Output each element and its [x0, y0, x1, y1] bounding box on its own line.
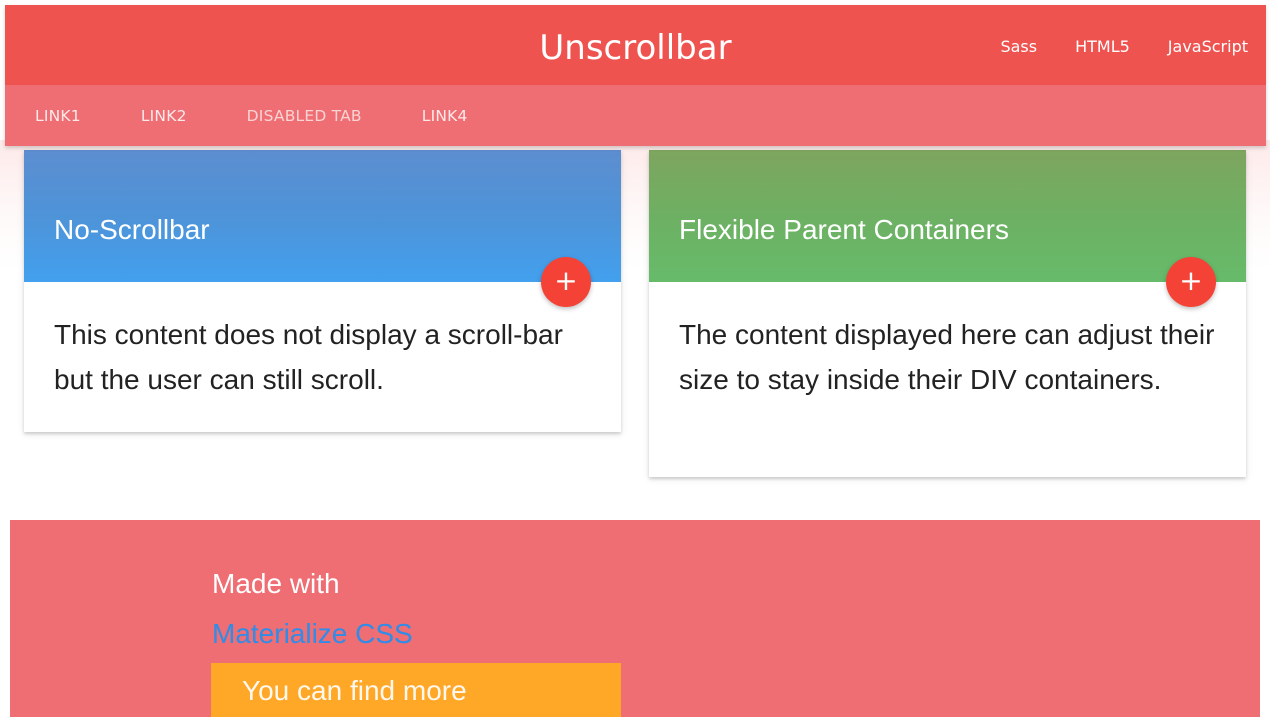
card-title: Flexible Parent Containers — [679, 214, 1009, 245]
card-content: The content displayed here can adjust th… — [679, 319, 1215, 395]
add-button[interactable]: + — [541, 257, 591, 307]
tabs-bar: LINK1 LINK2 DISABLED TAB LINK4 — [5, 85, 1266, 146]
tab-link1[interactable]: LINK1 — [35, 107, 81, 125]
tab-link4[interactable]: LINK4 — [422, 107, 468, 125]
navbar: Unscrollbar Sass HTML5 JavaScript LINK1 … — [5, 5, 1266, 146]
card-content: This content does not display a scroll-b… — [54, 319, 563, 395]
tab-link2[interactable]: LINK2 — [141, 107, 187, 125]
navbar-top: Unscrollbar Sass HTML5 JavaScript — [5, 5, 1266, 85]
card-flexible-containers: Flexible Parent Containers + The content… — [649, 150, 1246, 477]
plus-icon: + — [1179, 264, 1203, 297]
nav-link-html5[interactable]: HTML5 — [1075, 35, 1130, 59]
add-button[interactable]: + — [1166, 257, 1216, 307]
card-header: Flexible Parent Containers + — [649, 150, 1246, 307]
nav-link-sass[interactable]: Sass — [1000, 35, 1037, 59]
card-no-scrollbar: No-Scrollbar + This content does not dis… — [24, 150, 621, 432]
card-title: No-Scrollbar — [54, 214, 210, 245]
plus-icon: + — [554, 264, 578, 297]
find-more-banner: You can find more — [211, 663, 621, 717]
nav-links: Sass HTML5 JavaScript — [1000, 35, 1248, 59]
materialize-css-link[interactable]: Materialize CSS — [212, 614, 413, 654]
made-with-text: Made with — [212, 568, 340, 599]
page-footer: Made with Materialize CSS You can find m… — [10, 520, 1260, 717]
tab-disabled: DISABLED TAB — [246, 106, 362, 125]
nav-link-javascript[interactable]: JavaScript — [1168, 35, 1248, 59]
card-header: No-Scrollbar + — [24, 150, 621, 307]
